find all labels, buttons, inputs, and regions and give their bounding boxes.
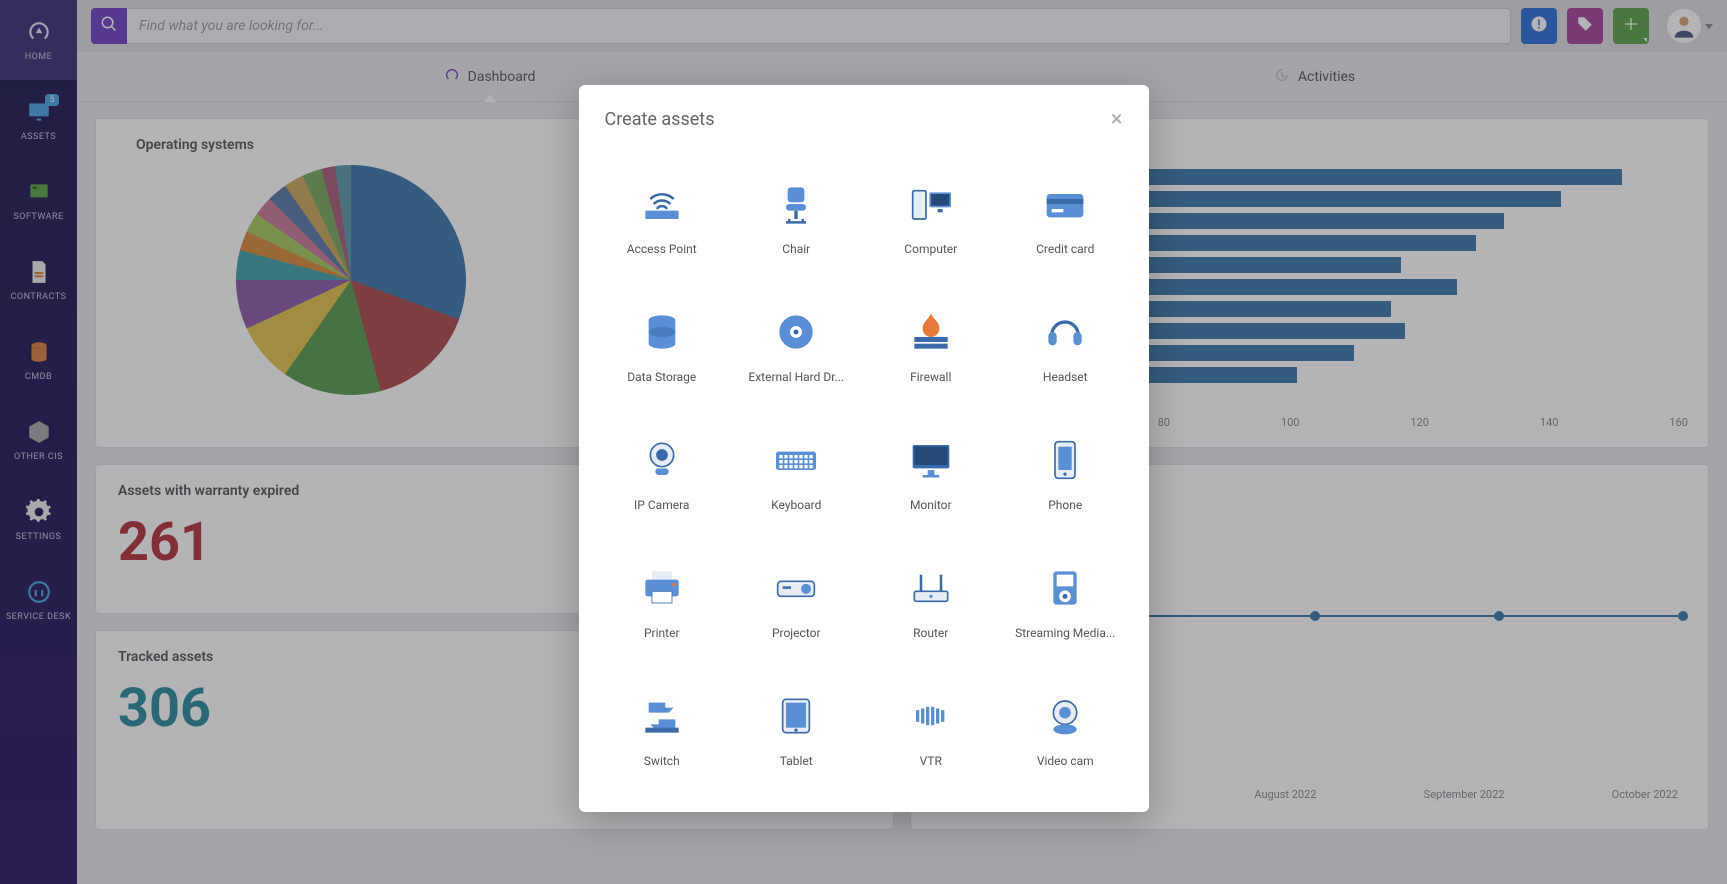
asset-label: IP Camera: [634, 498, 689, 512]
printer-icon: [634, 560, 690, 616]
chair-icon: [768, 176, 824, 232]
asset-label: Data Storage: [627, 370, 696, 384]
asset-type-firewall[interactable]: Firewall: [864, 280, 999, 408]
asset-type-tablet[interactable]: Tablet: [729, 664, 864, 792]
monitor-icon: [903, 432, 959, 488]
asset-label: Credit card: [1036, 242, 1094, 256]
asset-label: Streaming Media...: [1015, 626, 1115, 640]
vtr-icon: [903, 688, 959, 744]
asset-type-headset[interactable]: Headset: [998, 280, 1133, 408]
ip-camera-icon: [634, 432, 690, 488]
asset-type-streaming-media[interactable]: Streaming Media...: [998, 536, 1133, 664]
asset-label: External Hard Dr...: [748, 370, 844, 384]
asset-label: Projector: [772, 626, 821, 640]
create-assets-modal: Create assets × Access Point Chair Compute…: [579, 85, 1149, 812]
access-point-icon: [634, 176, 690, 232]
projector-icon: [768, 560, 824, 616]
asset-type-router[interactable]: Router: [864, 536, 999, 664]
asset-type-access-point[interactable]: Access Point: [595, 152, 730, 280]
asset-label: Computer: [904, 242, 957, 256]
asset-label: Tablet: [780, 754, 813, 768]
video-cam-icon: [1037, 688, 1093, 744]
asset-type-keyboard[interactable]: Keyboard: [729, 408, 864, 536]
asset-type-external-hard-dr[interactable]: External Hard Dr...: [729, 280, 864, 408]
keyboard-icon: [768, 432, 824, 488]
asset-type-projector[interactable]: Projector: [729, 536, 864, 664]
asset-label: Printer: [644, 626, 680, 640]
asset-label: Access Point: [627, 242, 697, 256]
asset-type-ip-camera[interactable]: IP Camera: [595, 408, 730, 536]
tablet-icon: [768, 688, 824, 744]
streaming-media-icon: [1037, 560, 1093, 616]
asset-label: Firewall: [910, 370, 951, 384]
asset-label: Switch: [644, 754, 680, 768]
asset-type-switch[interactable]: Switch: [595, 664, 730, 792]
asset-label: Video cam: [1037, 754, 1094, 768]
asset-label: Phone: [1048, 498, 1082, 512]
asset-type-grid: Access Point Chair Computer Credit card Data…: [579, 142, 1149, 812]
modal-overlay[interactable]: Create assets × Access Point Chair Compute…: [0, 0, 1727, 884]
asset-type-monitor[interactable]: Monitor: [864, 408, 999, 536]
asset-type-data-storage[interactable]: Data Storage: [595, 280, 730, 408]
asset-label: Headset: [1043, 370, 1088, 384]
asset-type-video-cam[interactable]: Video cam: [998, 664, 1133, 792]
external-hard-dr-icon: [768, 304, 824, 360]
headset-icon: [1037, 304, 1093, 360]
asset-type-phone[interactable]: Phone: [998, 408, 1133, 536]
close-icon[interactable]: ×: [1111, 107, 1123, 132]
firewall-icon: [903, 304, 959, 360]
asset-type-credit-card[interactable]: Credit card: [998, 152, 1133, 280]
asset-label: Keyboard: [771, 498, 821, 512]
asset-type-vtr[interactable]: VTR: [864, 664, 999, 792]
asset-type-chair[interactable]: Chair: [729, 152, 864, 280]
modal-title: Create assets: [605, 109, 715, 130]
asset-label: Monitor: [910, 498, 952, 512]
data-storage-icon: [634, 304, 690, 360]
switch-icon: [634, 688, 690, 744]
asset-label: Chair: [782, 242, 810, 256]
asset-type-printer[interactable]: Printer: [595, 536, 730, 664]
asset-label: VTR: [920, 754, 942, 768]
asset-label: Router: [913, 626, 948, 640]
credit-card-icon: [1037, 176, 1093, 232]
asset-type-computer[interactable]: Computer: [864, 152, 999, 280]
phone-icon: [1037, 432, 1093, 488]
router-icon: [903, 560, 959, 616]
computer-icon: [903, 176, 959, 232]
